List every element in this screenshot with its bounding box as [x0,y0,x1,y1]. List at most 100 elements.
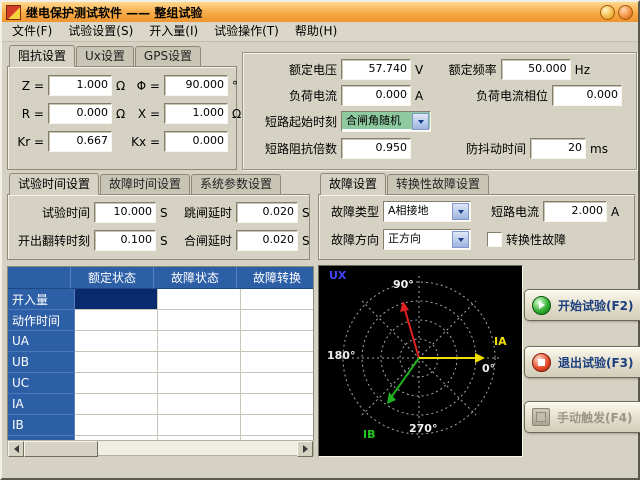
test-time-input[interactable]: 10.000 [94,202,156,223]
row-header-ib: IB [8,415,75,436]
table-cell[interactable] [241,310,314,331]
fault-direction-label: 故障方向 [327,231,379,248]
table-hscrollbar[interactable] [7,440,314,456]
load-phase-input[interactable]: 0.000 [552,85,622,106]
selected-cell[interactable] [75,289,158,310]
table-cell[interactable] [158,310,241,331]
menu-test-operation[interactable]: 试验操作(T) [206,22,287,41]
ux-axis-label: UX [329,270,346,282]
scrollbar-thumb[interactable] [24,441,98,457]
flip-time-label: 开出翻转时刻 [16,232,90,249]
chevron-down-icon[interactable] [412,113,429,130]
tab-impedance-settings[interactable]: 阻抗设置 [9,45,75,67]
table-cell[interactable] [75,373,158,394]
trip-delay-input[interactable]: 0.020 [236,202,298,223]
rated-freq-label: 额定频率 [449,61,497,78]
x-label: X = [130,107,160,121]
r-label: R = [16,107,44,121]
col-header-rated-state: 额定状态 [71,267,154,289]
table-cell[interactable] [241,394,314,415]
rated-freq-input[interactable]: 50.000 [501,59,571,80]
menu-binary-input[interactable]: 开入量(I) [141,22,206,41]
menu-file[interactable]: 文件(F) [4,22,60,41]
table-cell[interactable] [158,394,241,415]
exit-test-button[interactable]: 退出试验(F3) [524,346,640,378]
short-start-label: 短路起始时刻 [253,113,337,130]
row-header-action-time: 动作时间 [8,310,75,331]
scroll-right-arrow-icon[interactable] [297,441,313,457]
tab-ux-settings[interactable]: Ux设置 [76,46,134,66]
impedance-panel: 阻抗设置 Ux设置 GPS设置 Z = 1.000 Ω Φ = 90.000 °… [7,46,237,170]
table-cell[interactable] [75,394,158,415]
debounce-input[interactable]: 20 [530,138,586,159]
phi-input[interactable]: 90.000 [164,75,228,96]
chevron-down-icon[interactable] [452,231,469,248]
table-cell[interactable] [158,373,241,394]
tab-convert-fault-settings[interactable]: 转换性故障设置 [387,174,489,194]
table-cell[interactable] [158,352,241,373]
kx-input[interactable]: 0.000 [164,131,228,152]
fault-direction-combo[interactable]: 正方向 [383,229,471,250]
close-delay-unit: S [302,234,312,248]
kr-label: Kr = [16,135,44,149]
tab-test-time[interactable]: 试验时间设置 [9,173,99,195]
table-cell[interactable] [158,415,241,436]
table-cell[interactable] [241,415,314,436]
close-delay-input[interactable]: 0.020 [236,230,298,251]
tab-system-params[interactable]: 系统参数设置 [191,174,281,194]
table-cell[interactable] [158,289,241,310]
table-cell[interactable] [241,331,314,352]
table-row: IB [8,415,313,436]
app-window: 继电保护测试软件 —— 整组试验 文件(F) 试验设置(S) 开入量(I) 试验… [0,0,640,480]
tab-fault-settings[interactable]: 故障设置 [320,173,386,195]
tab-fault-time[interactable]: 故障时间设置 [100,174,190,194]
fault-tabstrip: 故障设置 转换性故障设置 [318,174,635,194]
table-cell[interactable] [75,331,158,352]
z-label: Z = [16,79,44,93]
start-test-button[interactable]: 开始试验(F2) [524,289,640,321]
fault-type-combo[interactable]: A相接地 [383,201,471,222]
deg270-label: 270° [409,423,437,435]
convert-fault-checkbox[interactable] [487,232,502,247]
table-cell[interactable] [241,289,314,310]
minimize-button[interactable] [600,5,615,20]
exit-test-icon [532,353,551,372]
table-row: UC [8,373,313,394]
table-cell[interactable] [158,331,241,352]
scroll-left-arrow-icon[interactable] [8,441,24,457]
menu-help[interactable]: 帮助(H) [287,22,345,41]
fault-panel: 故障设置 转换性故障设置 故障类型 A相接地 短路电流 2.000 A 故障方向… [318,174,635,260]
manual-trigger-button: 手动触发(F4) [524,401,640,433]
tab-gps-settings[interactable]: GPS设置 [135,46,201,66]
manual-trigger-label: 手动触发(F4) [557,409,633,426]
load-current-input[interactable]: 0.000 [341,85,411,106]
fault-panel-body: 故障类型 A相接地 短路电流 2.000 A 故障方向 正方向 转换性故障 [318,194,635,260]
deg90-label: 90° [393,279,414,291]
x-input[interactable]: 1.000 [164,103,228,124]
impedance-ratio-input[interactable]: 0.950 [341,138,411,159]
table-row: UA [8,331,313,352]
load-current-unit: A [415,89,425,103]
r-input[interactable]: 0.000 [48,103,112,124]
table-cell[interactable] [75,352,158,373]
close-button[interactable] [618,5,633,20]
chevron-down-icon[interactable] [452,203,469,220]
z-input[interactable]: 1.000 [48,75,112,96]
titlebar: 继电保护测试软件 —— 整组试验 [2,2,638,23]
short-start-combo[interactable]: 合闸角随机 [341,111,431,132]
load-current-label: 负荷电流 [253,87,337,104]
phi-unit: ° [232,79,242,93]
menu-test-settings[interactable]: 试验设置(S) [60,22,141,41]
table-cell[interactable] [241,352,314,373]
flip-time-input[interactable]: 0.100 [94,230,156,251]
table-cell[interactable] [75,310,158,331]
flip-time-unit: S [160,234,170,248]
short-current-input[interactable]: 2.000 [543,201,607,222]
table-header-row: 额定状态 故障状态 故障转换 [8,267,313,289]
time-tabstrip: 试验时间设置 故障时间设置 系统参数设置 [7,174,310,194]
rated-voltage-input[interactable]: 57.740 [341,59,411,80]
deg180-label: 180° [327,350,355,362]
table-cell[interactable] [241,373,314,394]
table-cell[interactable] [75,415,158,436]
kr-input[interactable]: 0.667 [48,131,112,152]
